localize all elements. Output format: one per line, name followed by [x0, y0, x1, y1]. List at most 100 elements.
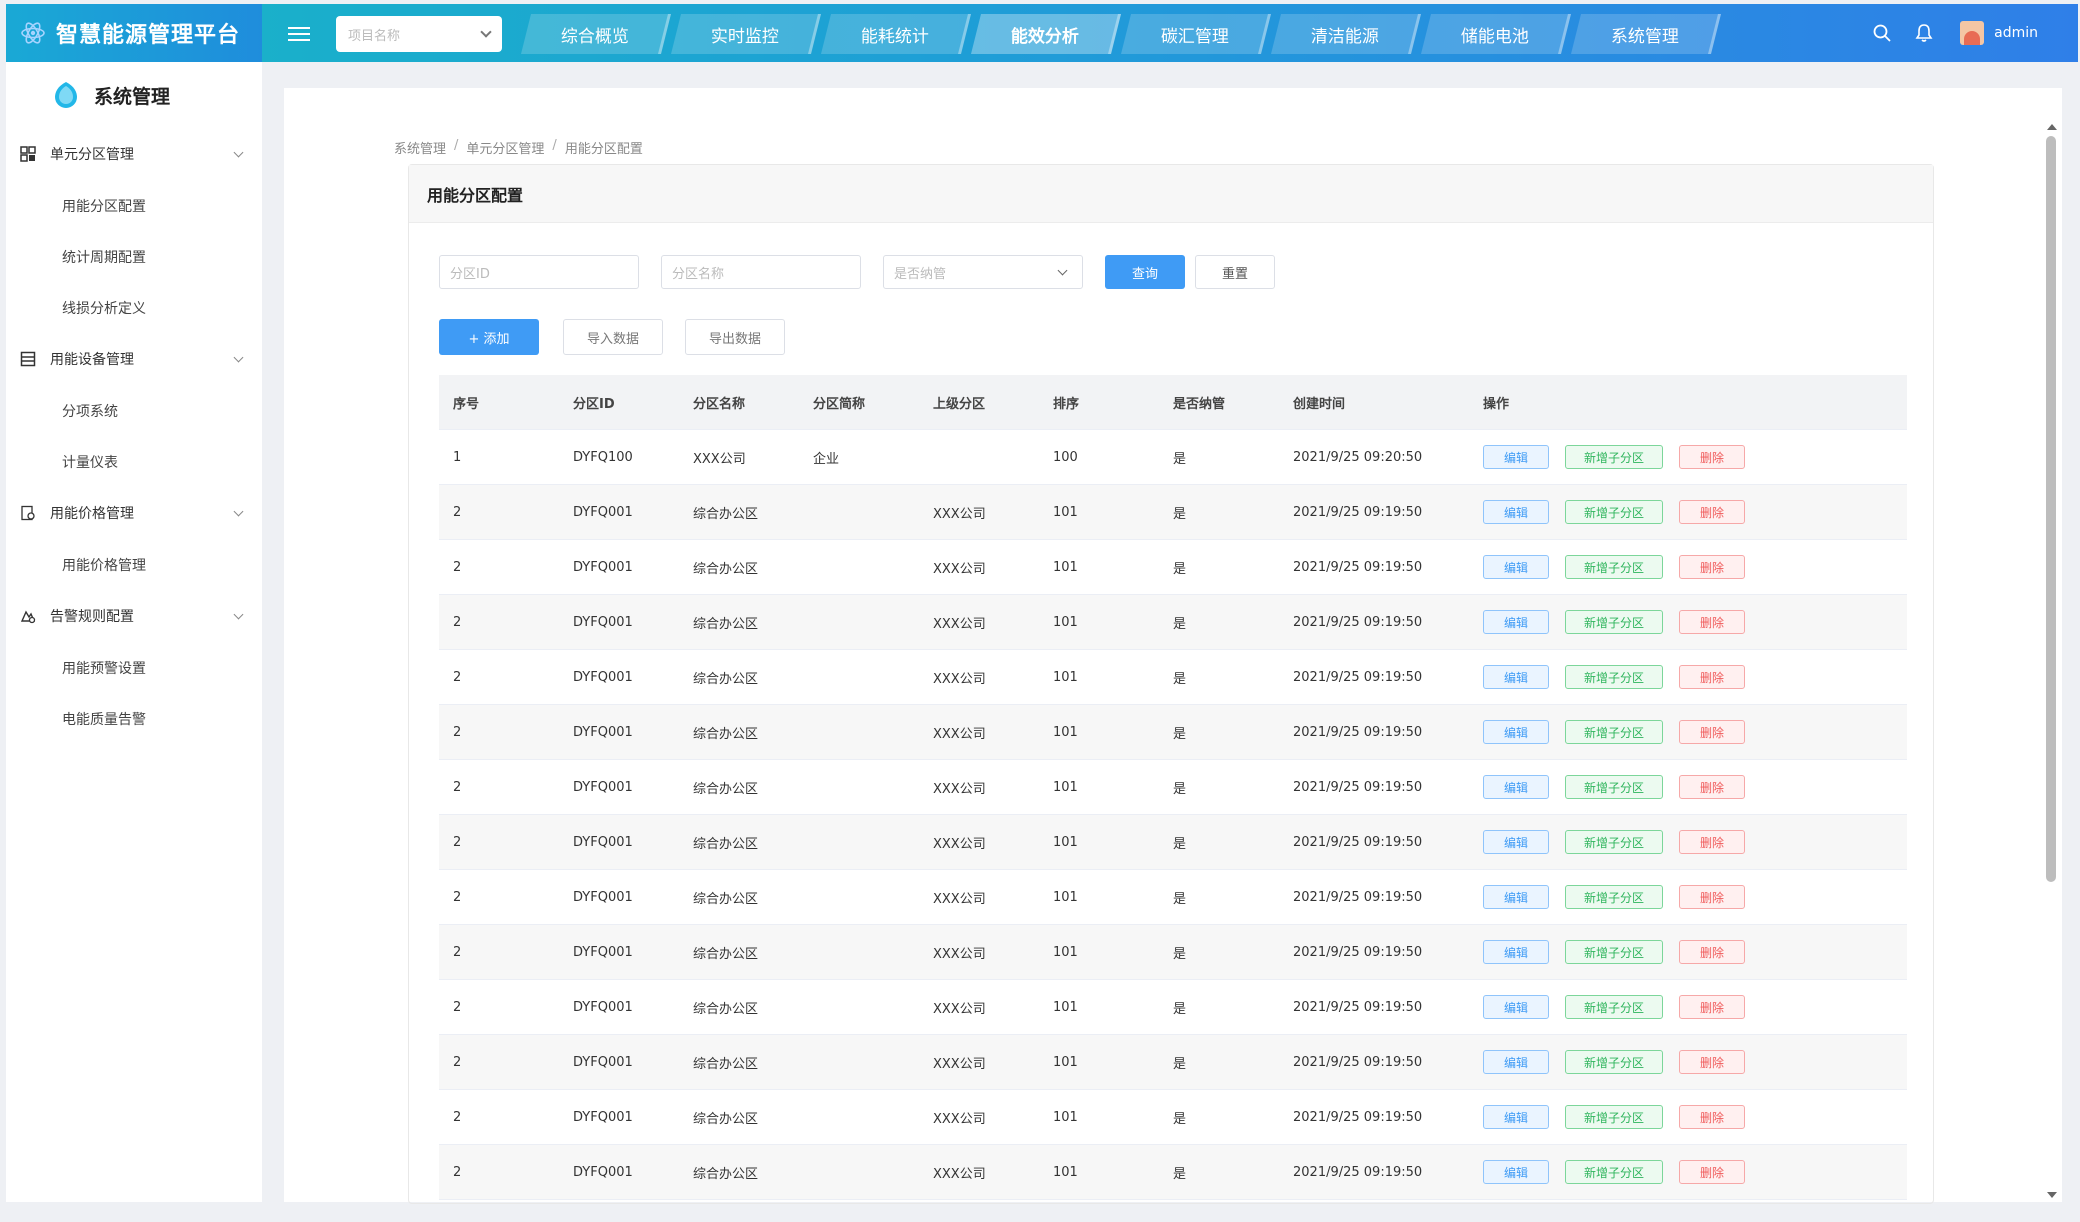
search-icon[interactable]	[1872, 23, 1892, 43]
table-cell: 101	[1053, 944, 1078, 960]
edit-button[interactable]: 编辑	[1483, 500, 1549, 524]
table-cell: 2	[453, 889, 462, 905]
breadcrumb: 系统管理 / 单元分区管理 / 用能分区配置	[394, 138, 643, 157]
delete-button[interactable]: 删除	[1679, 610, 1745, 634]
edit-button[interactable]: 编辑	[1483, 1160, 1549, 1184]
query-button[interactable]: 查询	[1105, 255, 1185, 289]
add-child-button[interactable]: 新增子分区	[1565, 720, 1663, 744]
managed-select[interactable]: 是否纳管	[883, 255, 1083, 289]
delete-button[interactable]: 删除	[1679, 940, 1745, 964]
add-child-button[interactable]: 新增子分区	[1565, 500, 1663, 524]
partition-name-input[interactable]: 分区名称	[661, 255, 861, 289]
table-cell: XXX公司	[933, 1001, 986, 1017]
avatar[interactable]	[1960, 21, 1985, 45]
scrollbar-thumb[interactable]	[2046, 136, 2056, 882]
delete-button[interactable]: 删除	[1679, 555, 1745, 579]
table-cell: DYFQ001	[573, 944, 633, 960]
table-cell: 2021/9/25 09:19:50	[1293, 834, 1423, 850]
add-child-button[interactable]: 新增子分区	[1565, 1160, 1663, 1184]
sidebar-item[interactable]: 线损分析定义	[6, 282, 262, 333]
edit-button[interactable]: 编辑	[1483, 555, 1549, 579]
nav-tab[interactable]: 综合概览	[521, 14, 671, 54]
import-button[interactable]: 导入数据	[563, 319, 663, 355]
edit-button[interactable]: 编辑	[1483, 1105, 1549, 1129]
sidebar-item[interactable]: 用能预警设置	[6, 642, 262, 693]
sidebar-group[interactable]: 告警规则配置	[6, 590, 262, 642]
add-button[interactable]: + 添加	[439, 319, 539, 355]
add-child-button[interactable]: 新增子分区	[1565, 940, 1663, 964]
delete-button[interactable]: 删除	[1679, 885, 1745, 909]
scroll-up-icon[interactable]	[2047, 124, 2057, 130]
add-child-button[interactable]: 新增子分区	[1565, 1050, 1663, 1074]
sidebar-item[interactable]: 计量仪表	[6, 436, 262, 487]
sidebar-group[interactable]: 单元分区管理	[6, 128, 262, 180]
table-cell: XXX公司	[933, 506, 986, 522]
export-button[interactable]: 导出数据	[685, 319, 785, 355]
delete-button[interactable]: 删除	[1679, 665, 1745, 689]
bell-icon[interactable]	[1914, 23, 1934, 43]
nav-tab[interactable]: 碳汇管理	[1121, 14, 1271, 54]
delete-button[interactable]: 删除	[1679, 775, 1745, 799]
sidebar-group[interactable]: 用能设备管理	[6, 333, 262, 385]
edit-button[interactable]: 编辑	[1483, 665, 1549, 689]
page-scrollbar[interactable]	[2046, 120, 2058, 1200]
edit-button[interactable]: 编辑	[1483, 885, 1549, 909]
table-cell: XXX公司	[693, 451, 746, 467]
delete-button[interactable]: 删除	[1679, 445, 1745, 469]
sidebar-item[interactable]: 用能分区配置	[6, 180, 262, 231]
delete-button[interactable]: 删除	[1679, 1105, 1745, 1129]
sidebar-item[interactable]: 统计周期配置	[6, 231, 262, 282]
sidebar-item[interactable]: 电能质量告警	[6, 693, 262, 744]
add-child-button[interactable]: 新增子分区	[1565, 610, 1663, 634]
delete-button[interactable]: 删除	[1679, 500, 1745, 524]
sidebar-item[interactable]: 用能价格管理	[6, 539, 262, 590]
edit-button[interactable]: 编辑	[1483, 720, 1549, 744]
table-cell: XXX公司	[933, 836, 986, 852]
sidebar-group[interactable]: 用能价格管理	[6, 487, 262, 539]
breadcrumb-item[interactable]: 系统管理	[394, 138, 446, 157]
scroll-down-icon[interactable]	[2047, 1192, 2057, 1198]
nav-tab[interactable]: 实时监控	[671, 14, 821, 54]
nav-tab-label: 碳汇管理	[1160, 26, 1229, 47]
partition-id-input[interactable]: 分区ID	[439, 255, 639, 289]
table-cell: DYFQ001	[573, 834, 633, 850]
add-child-button[interactable]: 新增子分区	[1565, 885, 1663, 909]
user-name[interactable]: admin	[1994, 25, 2038, 41]
add-child-button[interactable]: 新增子分区	[1565, 445, 1663, 469]
delete-button[interactable]: 删除	[1679, 720, 1745, 744]
add-child-button[interactable]: 新增子分区	[1565, 555, 1663, 579]
edit-button[interactable]: 编辑	[1483, 1050, 1549, 1074]
menu-fold-icon[interactable]	[288, 23, 310, 43]
edit-button[interactable]: 编辑	[1483, 775, 1549, 799]
project-select[interactable]: 项目名称	[336, 16, 502, 52]
edit-button[interactable]: 编辑	[1483, 610, 1549, 634]
add-child-button[interactable]: 新增子分区	[1565, 665, 1663, 689]
delete-button[interactable]: 删除	[1679, 995, 1745, 1019]
nav-tab[interactable]: 清洁能源	[1271, 14, 1421, 54]
brand[interactable]: 智慧能源管理平台	[6, 4, 262, 62]
edit-button[interactable]: 编辑	[1483, 830, 1549, 854]
table-cell: XXX公司	[933, 726, 986, 742]
table-cell: XXX公司	[933, 1056, 986, 1072]
reset-button[interactable]: 重置	[1195, 255, 1275, 289]
partition-table: 序号 分区ID 分区名称 分区简称 上级分区 排序 是否纳管 创建时间 操作 1 DYFQ100 XX…	[439, 375, 1907, 1200]
nav-tab[interactable]: 能耗统计	[821, 14, 971, 54]
delete-button[interactable]: 删除	[1679, 1160, 1745, 1184]
table-cell: XXX公司	[933, 1111, 986, 1127]
add-child-button[interactable]: 新增子分区	[1565, 830, 1663, 854]
delete-button[interactable]: 删除	[1679, 1050, 1745, 1074]
nav-tab[interactable]: 系统管理	[1571, 14, 1721, 54]
nav-tab[interactable]: 能效分析	[971, 14, 1121, 54]
table-row: 1 DYFQ100 XXX公司 企业 100 是 2021/9/25 09:20:50 编辑新…	[439, 430, 1907, 485]
table-row: 2 DYFQ001 综合办公区 XXX公司 101 是 2021/9/25 09:19:50…	[439, 540, 1907, 595]
edit-button[interactable]: 编辑	[1483, 445, 1549, 469]
add-child-button[interactable]: 新增子分区	[1565, 995, 1663, 1019]
breadcrumb-item[interactable]: 单元分区管理	[466, 138, 544, 157]
delete-button[interactable]: 删除	[1679, 830, 1745, 854]
sidebar-item[interactable]: 分项系统	[6, 385, 262, 436]
add-child-button[interactable]: 新增子分区	[1565, 1105, 1663, 1129]
edit-button[interactable]: 编辑	[1483, 995, 1549, 1019]
nav-tab[interactable]: 储能电池	[1421, 14, 1571, 54]
add-child-button[interactable]: 新增子分区	[1565, 775, 1663, 799]
edit-button[interactable]: 编辑	[1483, 940, 1549, 964]
